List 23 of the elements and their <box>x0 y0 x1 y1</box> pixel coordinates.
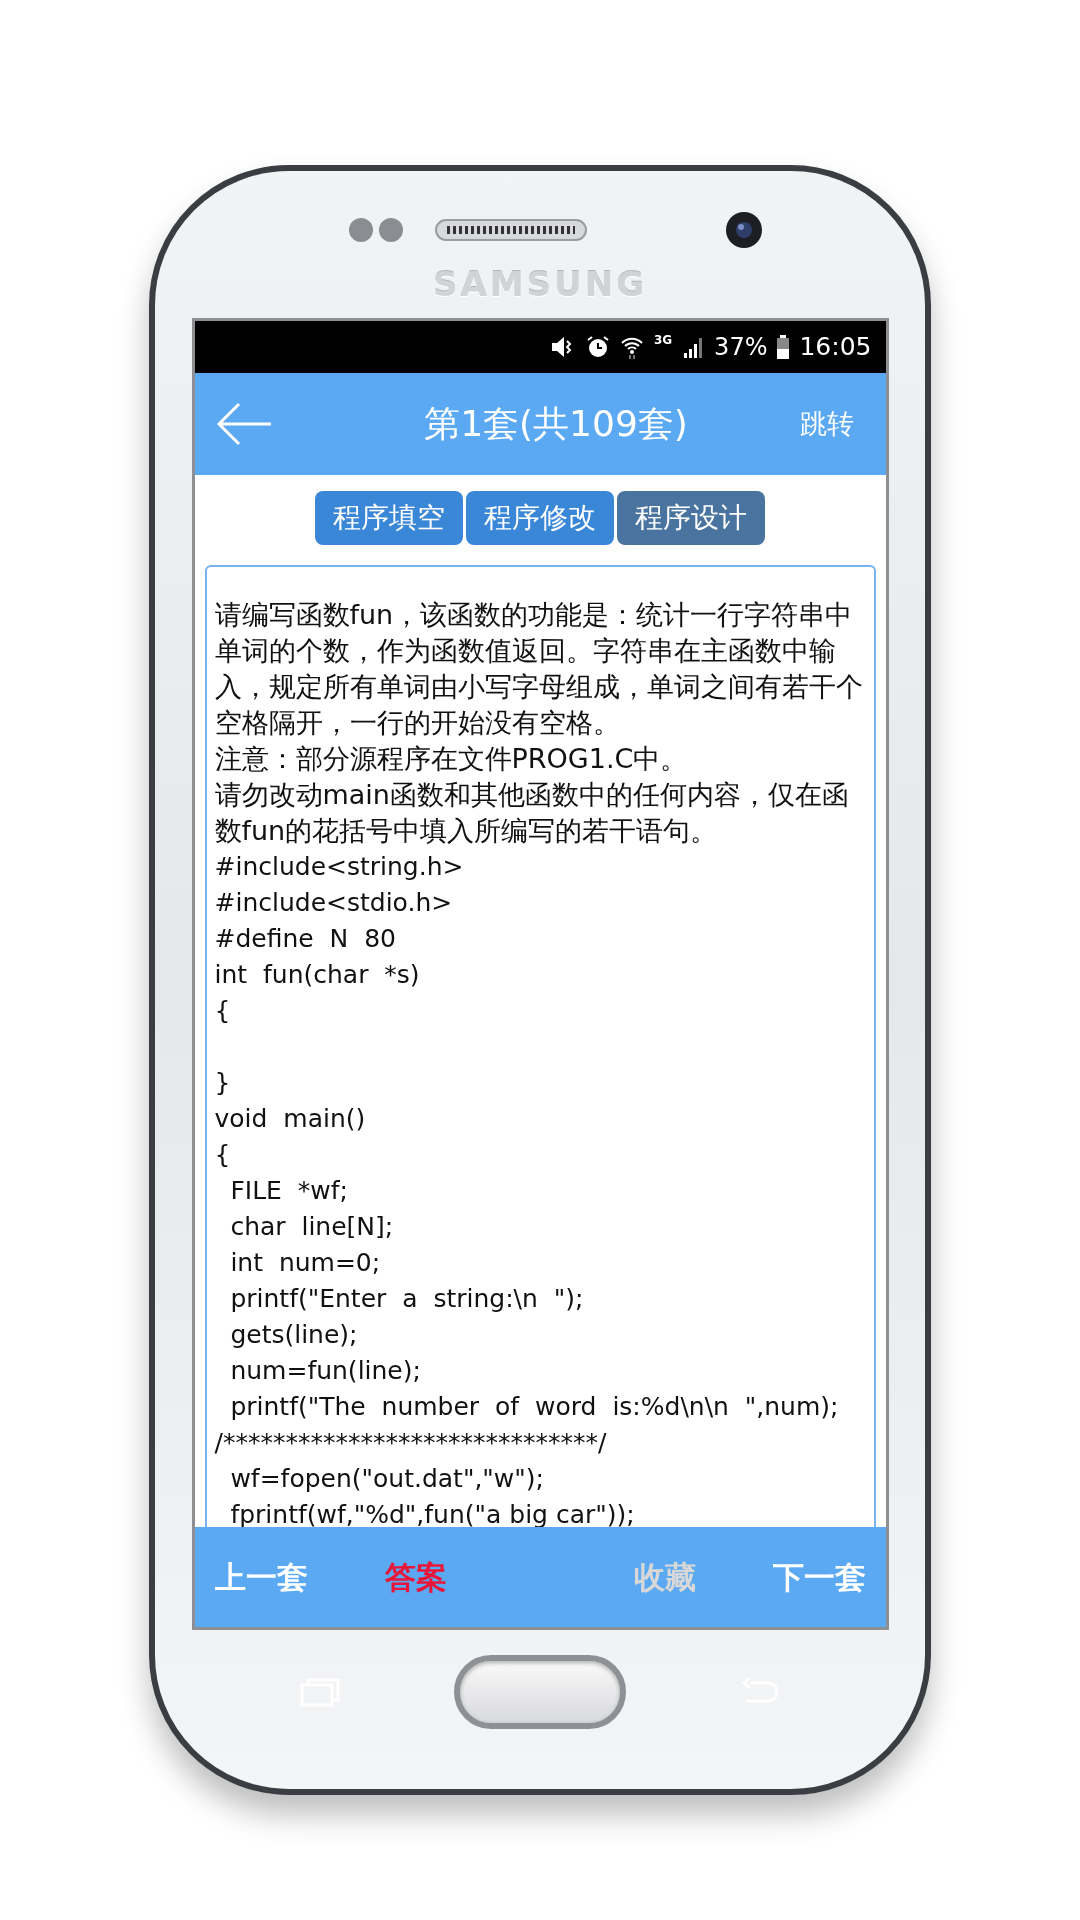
bottom-nav-button[interactable]: 收藏 <box>633 1553 696 1601</box>
brand-logo: SAMSUNG <box>432 263 648 306</box>
bottom-nav-button[interactable]: 答案 <box>384 1553 447 1601</box>
bottom-nav-button[interactable]: 上一套 <box>214 1553 308 1601</box>
tab[interactable]: 程序填空 <box>315 491 463 545</box>
camera-icon <box>725 211 763 249</box>
question-text: 请勿改动main函数和其他函数中的任何内容，仅在函数fun的花括号中填入所编写的若干语句。 <box>214 778 850 848</box>
network-type: 3G <box>653 332 673 349</box>
alarm-icon <box>585 335 610 359</box>
question-text: 请编写函数fun，该函数的功能是：统计一行字符串中单词的个数，作为函数值返回。字符串在主函数中输入，规定所有单词由小写字母组成，单词之间有若干个空格隔开，一行的开始没有空格。 <box>214 598 864 740</box>
speaker-grille-icon <box>435 219 587 241</box>
tab[interactable]: 程序修改 <box>466 491 614 545</box>
battery-percent: 37% <box>714 332 768 363</box>
signal-icon <box>682 336 705 358</box>
back-arrow-icon[interactable] <box>214 402 273 446</box>
tab[interactable]: 程序设计 <box>617 491 765 545</box>
page-title: 第1套(共109套) <box>424 402 688 446</box>
bottom-nav-button[interactable]: 下一套 <box>772 1553 866 1601</box>
battery-icon <box>777 335 790 359</box>
question-text: 注意：部分源程序在文件PROG1.C中。 <box>214 742 689 776</box>
clock: 16:05 <box>799 331 872 364</box>
jump-button[interactable]: 跳转 <box>799 403 866 445</box>
wifi-icon <box>619 335 644 359</box>
